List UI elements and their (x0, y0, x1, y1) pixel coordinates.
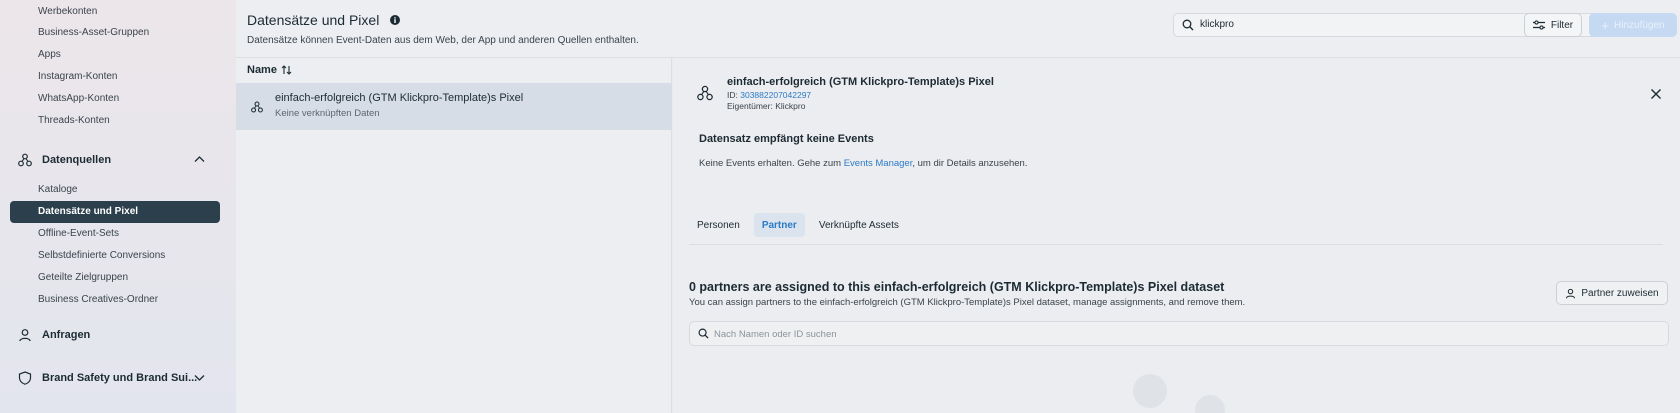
data-sources-icon (697, 85, 713, 101)
person-icon (1566, 288, 1576, 298)
sidebar-section-label: Brand Safety und Brand Sui... (42, 372, 198, 384)
detail-id: ID: 303882207042297 (727, 90, 811, 100)
sidebar-item-business-asset-gruppen[interactable]: Business-Asset-Gruppen (38, 27, 149, 38)
notice-title: Datensatz empfängt keine Events (699, 133, 874, 145)
sliders-icon (1532, 20, 1545, 30)
page-header: Datensätze und Pixel Datensätze können E… (236, 0, 1680, 58)
detail-id-label: ID: (727, 90, 738, 100)
column-header-name[interactable]: Name (247, 64, 292, 76)
notice-text-after: , um dir Details anzusehen. (912, 158, 1028, 169)
shield-icon (18, 371, 32, 385)
partner-search (689, 321, 1669, 346)
filter-button[interactable]: Filter (1524, 13, 1582, 37)
sidebar-section-label: Datenquellen (42, 154, 112, 166)
search-value: klickpro (1200, 19, 1234, 30)
search-icon (698, 328, 709, 339)
assign-partner-label: Partner zuweisen (1581, 287, 1659, 299)
data-sources-icon (251, 101, 263, 113)
partners-subtitle: You can assign partners to the einfach-e… (689, 297, 1246, 308)
assign-partner-button[interactable]: Partner zuweisen (1556, 281, 1668, 305)
sidebar-item-whatsapp-konten[interactable]: WhatsApp-Konten (38, 93, 119, 104)
detail-owner: Eigentümer: Klickpro (727, 101, 806, 111)
sidebar-section-anfragen[interactable]: Anfragen (18, 325, 90, 345)
page-subtitle: Datensätze können Event-Daten aus dem We… (247, 35, 639, 46)
sidebar-section-datenquellen[interactable]: Datenquellen (18, 150, 111, 170)
sidebar-item-apps[interactable]: Apps (38, 49, 61, 60)
sidebar-section-label: Anfragen (42, 329, 91, 341)
partner-search-input[interactable] (714, 326, 1614, 342)
add-button[interactable]: + Hinzufügen (1589, 13, 1677, 37)
empty-state-illustration (1195, 395, 1225, 413)
sidebar-item-threads-konten[interactable]: Threads-Konten (38, 115, 110, 126)
person-icon (19, 329, 31, 342)
tab-partner[interactable]: Partner (753, 213, 805, 237)
sidebar-item-offline-event-sets[interactable]: Offline-Event-Sets (38, 228, 119, 239)
sidebar-item-geteilte-zielgruppen[interactable]: Geteilte Zielgruppen (38, 272, 128, 283)
sidebar-item-kataloge[interactable]: Kataloge (38, 184, 77, 195)
sidebar-item-selbstdefinierte-conversions[interactable]: Selbstdefinierte Conversions (38, 250, 165, 261)
sidebar: Werbekonten Business-Asset-Gruppen Apps … (0, 0, 236, 413)
empty-state-illustration (1133, 374, 1167, 408)
data-sources-icon (18, 153, 32, 167)
detail-tabs: Personen Partner Verknüpfte Assets (689, 213, 907, 237)
info-icon[interactable] (390, 15, 400, 25)
tab-verknuepfte-assets[interactable]: Verknüpfte Assets (811, 213, 907, 237)
row-title: einfach-erfolgreich (GTM Klickpro-Templa… (275, 92, 524, 104)
sidebar-item-business-creatives-ordner[interactable]: Business Creatives-Ordner (38, 294, 158, 305)
sidebar-item-label: Datensätze und Pixel (38, 206, 139, 217)
sidebar-item-datensaetze-und-pixel[interactable]: Datensätze und Pixel (10, 201, 220, 223)
search-icon (1182, 19, 1194, 31)
row-subtitle: Keine verknüpften Daten (275, 108, 380, 119)
sidebar-item-instagram-konten[interactable]: Instagram-Konten (38, 71, 118, 82)
chevron-down-icon[interactable] (194, 374, 205, 382)
page-title: Datensätze und Pixel (247, 12, 380, 28)
events-manager-link[interactable]: Events Manager (844, 158, 913, 169)
add-label: Hinzufügen (1614, 19, 1665, 31)
sort-icon (281, 65, 292, 75)
detail-panel: einfach-erfolgreich (GTM Klickpro-Templa… (673, 58, 1680, 413)
divider (689, 244, 1663, 245)
no-events-notice: Datensatz empfängt keine Events Keine Ev… (689, 124, 1663, 181)
filter-label: Filter (1550, 19, 1574, 31)
notice-text-before: Keine Events erhalten. Gehe zum (699, 158, 844, 169)
notice-text: Keine Events erhalten. Gehe zum Events M… (699, 158, 1027, 169)
dataset-list: Name einfach-erfolgreich (GTM Klickpro-T… (236, 58, 672, 413)
chevron-up-icon[interactable] (194, 155, 205, 163)
close-icon[interactable] (1650, 88, 1662, 100)
detail-title: einfach-erfolgreich (GTM Klickpro-Templa… (727, 76, 994, 88)
plus-icon: + (1601, 17, 1609, 33)
sidebar-section-brand-safety[interactable]: Brand Safety und Brand Sui... (18, 368, 197, 388)
sidebar-item-werbekonten[interactable]: Werbekonten (38, 6, 97, 17)
table-row[interactable]: einfach-erfolgreich (GTM Klickpro-Templa… (236, 83, 672, 130)
tab-personen[interactable]: Personen (689, 213, 748, 237)
detail-id-link[interactable]: 303882207042297 (740, 90, 811, 100)
partners-title: 0 partners are assigned to this einfach-… (689, 280, 1225, 294)
column-header-label: Name (247, 64, 277, 76)
